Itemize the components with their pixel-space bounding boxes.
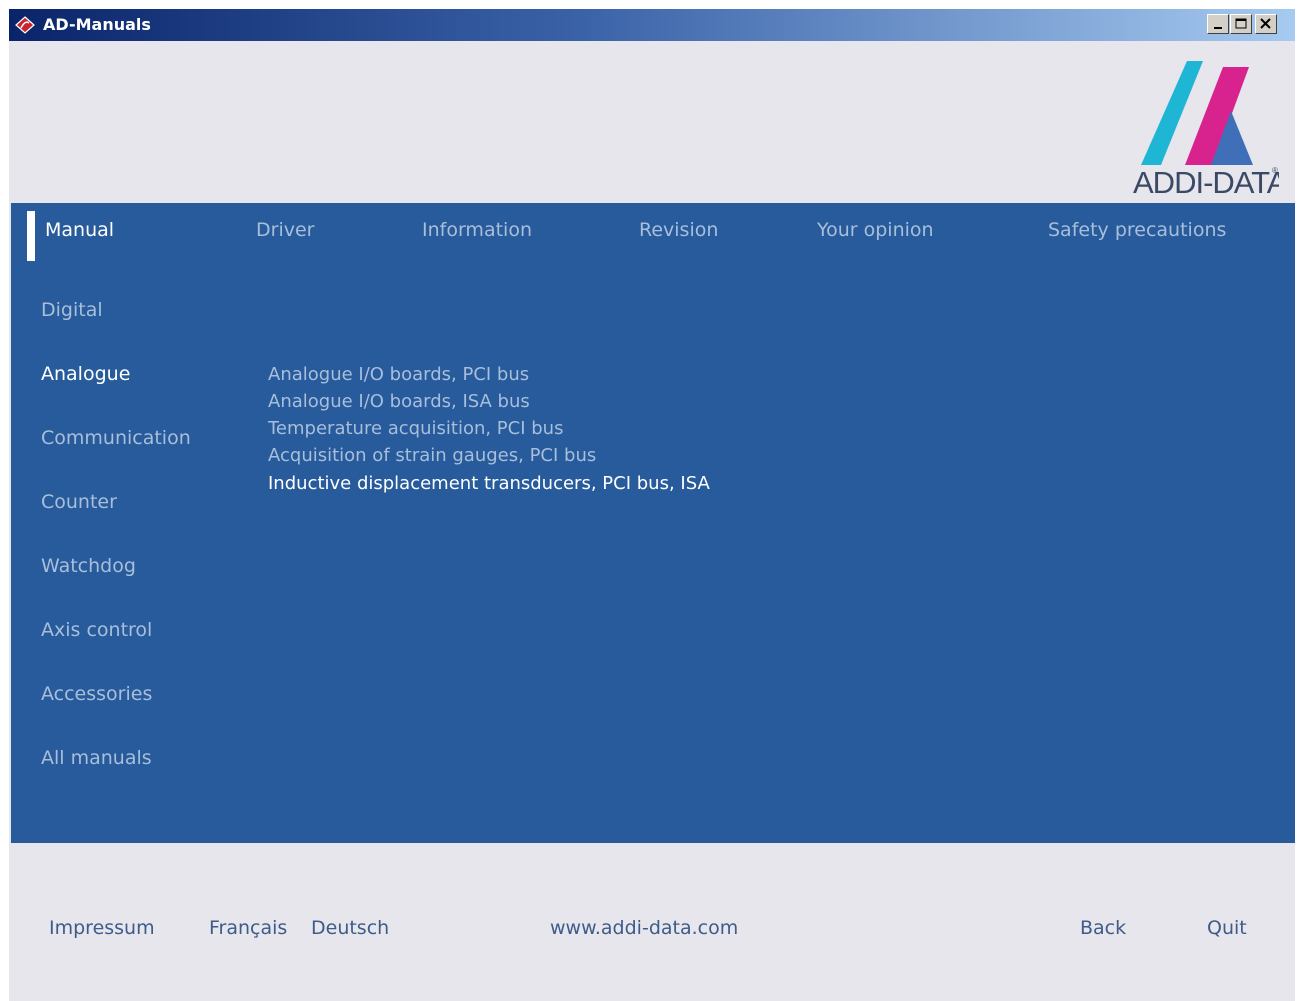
- maximize-button[interactable]: [1230, 14, 1252, 34]
- back-button[interactable]: Back: [1080, 917, 1126, 939]
- maximize-icon: [1235, 18, 1247, 29]
- main-panel: Manual Driver Information Revision Your …: [11, 203, 1295, 843]
- subitem-analogue-io-pci[interactable]: Analogue I/O boards, PCI bus: [268, 364, 529, 385]
- category-digital[interactable]: Digital: [41, 299, 103, 321]
- category-axis-control[interactable]: Axis control: [41, 619, 152, 641]
- subitem-analogue-io-isa[interactable]: Analogue I/O boards, ISA bus: [268, 391, 530, 412]
- app-window: AD-Manuals ADDI-DATA ® Manual Driver Inf…: [9, 9, 1295, 1001]
- tab-information[interactable]: Information: [422, 219, 532, 241]
- addi-data-logo: ADDI-DATA ®: [1119, 53, 1289, 200]
- tab-driver[interactable]: Driver: [256, 219, 314, 241]
- active-tab-marker: [27, 211, 35, 261]
- francais-link[interactable]: Français: [209, 917, 287, 939]
- subitem-inductive-transducers[interactable]: Inductive displacement transducers, PCI …: [268, 473, 710, 494]
- deutsch-link[interactable]: Deutsch: [311, 917, 389, 939]
- category-analogue[interactable]: Analogue: [41, 363, 130, 385]
- tab-safety-precautions[interactable]: Safety precautions: [1048, 219, 1226, 241]
- title-bar[interactable]: AD-Manuals: [9, 9, 1295, 41]
- logo-text: ADDI-DATA: [1133, 165, 1279, 198]
- minimize-icon: [1214, 27, 1222, 29]
- tab-your-opinion[interactable]: Your opinion: [817, 219, 934, 241]
- category-all-manuals[interactable]: All manuals: [41, 747, 152, 769]
- diamond-app-icon: [15, 16, 35, 34]
- category-watchdog[interactable]: Watchdog: [41, 555, 136, 577]
- subitem-temperature-pci[interactable]: Temperature acquisition, PCI bus: [268, 418, 563, 439]
- impressum-link[interactable]: Impressum: [49, 917, 155, 939]
- tab-revision[interactable]: Revision: [639, 219, 718, 241]
- close-icon: [1260, 18, 1271, 29]
- subitem-strain-gauges-pci[interactable]: Acquisition of strain gauges, PCI bus: [268, 445, 596, 466]
- minimize-button[interactable]: [1207, 14, 1229, 34]
- website-link[interactable]: www.addi-data.com: [550, 917, 738, 939]
- category-communication[interactable]: Communication: [41, 427, 191, 449]
- category-counter[interactable]: Counter: [41, 491, 117, 513]
- close-button[interactable]: [1255, 14, 1277, 34]
- registered-mark: ®: [1272, 166, 1278, 175]
- window-title: AD-Manuals: [43, 15, 151, 34]
- category-accessories[interactable]: Accessories: [41, 683, 152, 705]
- quit-button[interactable]: Quit: [1207, 917, 1247, 939]
- tab-manual[interactable]: Manual: [45, 219, 114, 241]
